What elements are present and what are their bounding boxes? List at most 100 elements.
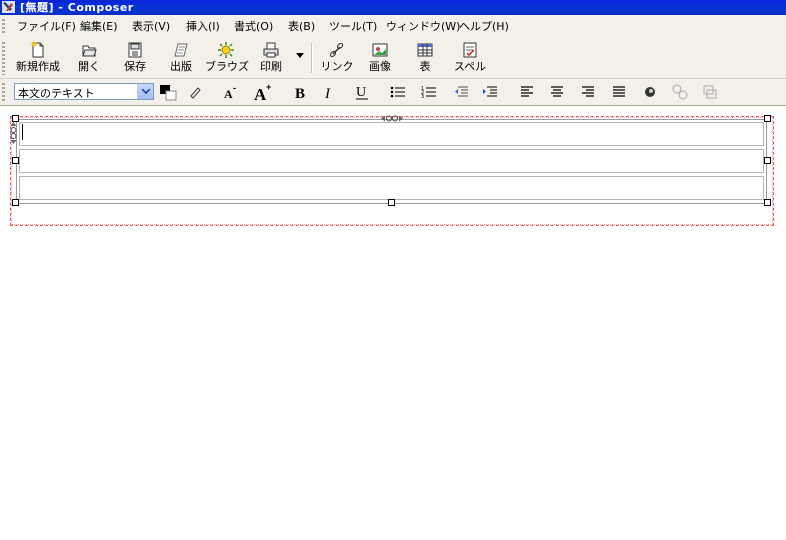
indent-icon	[483, 86, 497, 97]
table-row[interactable]	[19, 176, 764, 200]
toolbar-grip-handle[interactable]	[2, 42, 5, 75]
publish-button[interactable]: 出版	[166, 41, 196, 75]
bold-button[interactable]: B	[289, 82, 311, 102]
spell-button[interactable]: スペル	[453, 41, 487, 75]
outdent-icon	[455, 86, 468, 97]
align-right-button[interactable]	[577, 82, 599, 102]
link-button[interactable]: リンク	[320, 41, 354, 75]
resize-handle-bottom-right[interactable]	[764, 199, 771, 206]
menu-bar: ファイル(F) 編集(E) 表示(V) 挿入(I) 書式(O) 表(B) ツール…	[0, 15, 786, 40]
bold-icon: B	[295, 86, 305, 100]
table-button-label: 表	[419, 60, 431, 73]
menu-view[interactable]: 表示(V)	[132, 20, 170, 34]
formatbar-grip-handle[interactable]	[2, 83, 5, 101]
resize-handle-top-right[interactable]	[764, 115, 771, 122]
add-row-handle-icon[interactable]	[10, 122, 17, 144]
table-row[interactable]	[19, 149, 764, 173]
print-button-label: 印刷	[260, 60, 282, 73]
layer-position-icon	[672, 84, 688, 100]
svg-text:+: +	[266, 82, 271, 92]
menu-table[interactable]: 表(B)	[288, 20, 315, 34]
svg-text:A: A	[224, 87, 233, 101]
printer-icon	[263, 42, 279, 58]
save-button[interactable]: 保存	[120, 41, 150, 75]
menu-insert[interactable]: 挿入(I)	[186, 20, 220, 34]
spell-button-label: スペル	[453, 60, 487, 73]
menubar-grip-handle[interactable]	[2, 19, 5, 35]
composition-toolbar: 新規作成 開く 保存 出版 ブラウズ 印刷 リンク 画像 表 スペル	[0, 39, 786, 79]
bullet-list-button[interactable]	[387, 82, 409, 102]
anchor-icon	[645, 87, 655, 97]
decrease-font-size-button[interactable]: A -	[220, 82, 242, 102]
image-icon	[372, 43, 388, 57]
save-disk-icon	[128, 42, 142, 58]
browse-button-label: ブラウズ	[205, 60, 249, 73]
browse-icon	[218, 42, 234, 58]
numbered-list-button[interactable]: 1 2 3	[418, 82, 440, 102]
outdent-button[interactable]	[450, 82, 472, 102]
composer-app-icon	[2, 1, 15, 13]
indent-button[interactable]	[479, 82, 501, 102]
text-color-button[interactable]	[156, 82, 180, 102]
resize-handle-top-left[interactable]	[12, 115, 19, 122]
print-button[interactable]: 印刷	[256, 41, 286, 75]
menu-format[interactable]: 書式(O)	[234, 20, 273, 34]
align-left-button[interactable]	[516, 82, 538, 102]
anchor-button[interactable]	[639, 82, 661, 102]
menu-edit[interactable]: 編集(E)	[80, 20, 118, 34]
spell-check-icon	[463, 42, 477, 58]
menu-tools[interactable]: ツール(T)	[329, 20, 377, 34]
absolute-position-button	[669, 82, 691, 102]
resize-handle-bottom-left[interactable]	[12, 199, 19, 206]
align-center-button[interactable]	[546, 82, 568, 102]
add-column-handle-icon[interactable]	[381, 115, 403, 122]
menu-window[interactable]: ウィンドウ(W)	[386, 20, 460, 34]
italic-icon: I	[324, 86, 331, 100]
resize-handle-right[interactable]	[764, 157, 771, 164]
open-button-label: 開く	[78, 60, 100, 73]
svg-text:U: U	[356, 85, 366, 100]
table-row[interactable]	[19, 122, 764, 146]
resize-handle-bottom[interactable]	[388, 199, 395, 206]
menu-file[interactable]: ファイル(F)	[17, 20, 76, 34]
image-button[interactable]: 画像	[365, 41, 395, 75]
underline-icon: U	[356, 85, 368, 100]
highlight-button[interactable]	[184, 82, 206, 102]
svg-text:I: I	[324, 86, 331, 100]
text-cursor	[22, 124, 23, 140]
align-center-icon	[551, 86, 563, 97]
align-left-icon	[521, 86, 533, 97]
table-icon	[417, 43, 433, 57]
svg-text:-: -	[233, 83, 236, 93]
font-smaller-icon: A -	[224, 83, 236, 101]
table-button[interactable]: 表	[412, 41, 438, 75]
chevron-down-icon	[296, 53, 304, 58]
font-larger-icon: A +	[254, 82, 271, 102]
justify-button[interactable]	[608, 82, 630, 102]
editor-area[interactable]	[0, 106, 786, 540]
new-document-icon	[31, 41, 44, 58]
editable-table[interactable]	[16, 119, 767, 204]
open-button[interactable]: 開く	[74, 41, 104, 75]
layer-stack-icon	[703, 85, 717, 99]
browse-button[interactable]: ブラウズ	[205, 41, 249, 75]
new-button[interactable]: 新規作成	[14, 41, 62, 75]
link-button-label: リンク	[320, 60, 354, 73]
numbered-list-icon: 1 2 3	[421, 86, 436, 99]
color-swatch-icon	[160, 85, 177, 101]
menu-help[interactable]: ヘルプ(H)	[459, 20, 509, 34]
underline-button[interactable]: U	[351, 82, 373, 102]
open-folder-icon	[82, 45, 97, 57]
window-title: [無題] - Composer	[20, 1, 134, 14]
publish-icon	[174, 43, 188, 57]
toolbar-separator	[311, 43, 313, 73]
resize-handle-left[interactable]	[12, 157, 19, 164]
align-right-icon	[582, 86, 594, 97]
chevron-down-icon[interactable]	[137, 84, 153, 99]
image-button-label: 画像	[369, 60, 391, 73]
paragraph-style-select[interactable]: 本文のテキスト	[14, 83, 154, 100]
increase-font-size-button[interactable]: A +	[252, 82, 274, 102]
title-bar: [無題] - Composer	[0, 0, 786, 15]
print-dropdown-button[interactable]	[293, 53, 307, 63]
italic-button[interactable]: I	[318, 82, 340, 102]
